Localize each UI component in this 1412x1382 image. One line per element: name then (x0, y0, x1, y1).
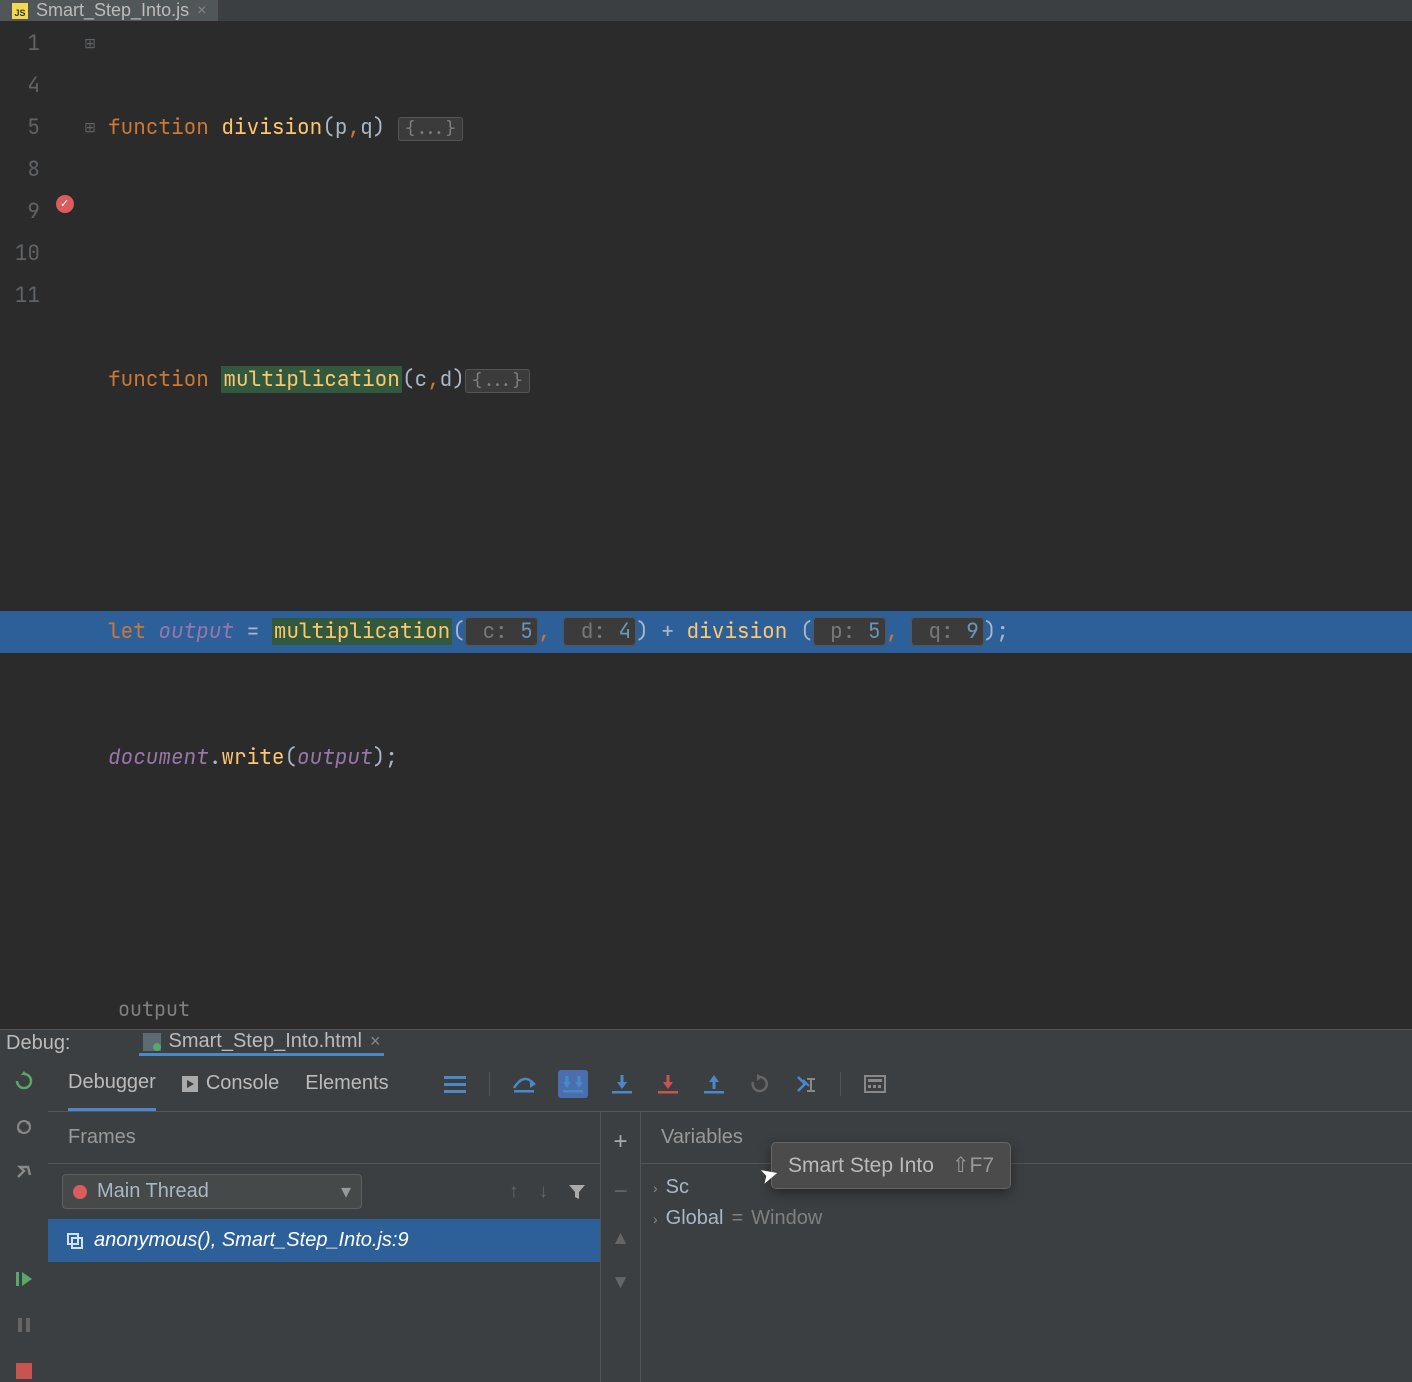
debug-panel: Debugger Console Elements (0, 1056, 1412, 1382)
thread-status-icon (73, 1185, 87, 1199)
settings-icon[interactable] (13, 1162, 35, 1184)
tooltip-title: Smart Step Into (788, 1154, 934, 1178)
variable-scope[interactable]: › Global = Window (653, 1203, 1400, 1234)
variables-list[interactable]: › Sc › Global = Window (641, 1164, 1412, 1382)
close-icon[interactable]: × (197, 2, 206, 20)
editor-tabs: JS Smart_Step_Into.js × (0, 0, 1412, 21)
breakpoint-gutter[interactable] (50, 21, 80, 989)
tooltip-shortcut: ⇧F7 (952, 1153, 994, 1178)
variable-scope[interactable]: › Sc (653, 1172, 1400, 1203)
threads-icon[interactable] (443, 1072, 467, 1096)
tooltip: Smart Step Into ⇧F7 (771, 1142, 1011, 1189)
tab-console[interactable]: Console (182, 1056, 279, 1111)
frame-down-icon[interactable]: ↓ (539, 1181, 549, 1203)
code-editor[interactable]: 1 4 5 8 9 10 11 ⊞ ⊞ function division(p,… (0, 21, 1412, 989)
variable-tools: + − ▲ ▼ (601, 1112, 641, 1382)
filter-icon[interactable] (568, 1183, 586, 1201)
pause-icon[interactable] (13, 1314, 35, 1336)
stack-frame[interactable]: anonymous(), Smart_Step_Into.js:9 (48, 1219, 600, 1262)
frames-panel: Frames Main Thread ▾ ↑ ↓ (48, 1112, 601, 1382)
code-area[interactable]: function division(p,q) {...} function mu… (100, 21, 1412, 989)
remove-watch-icon[interactable]: − (613, 1178, 627, 1206)
fold-toggle-icon[interactable]: ⊞ (80, 23, 100, 65)
inline-evaluation: output (0, 989, 1412, 1029)
folded-code[interactable]: {...} (398, 117, 463, 141)
thread-selector[interactable]: Main Thread ▾ (62, 1174, 362, 1209)
chevron-down-icon: ▾ (341, 1179, 351, 1204)
rerun-icon[interactable] (13, 1070, 35, 1092)
step-into-icon[interactable] (610, 1072, 634, 1096)
move-up-icon[interactable]: ▲ (611, 1228, 630, 1250)
run-to-cursor-icon[interactable] (794, 1072, 818, 1096)
frame-up-icon[interactable]: ↑ (509, 1181, 519, 1203)
smart-step-into-icon[interactable] (558, 1070, 588, 1098)
fold-gutter[interactable]: ⊞ ⊞ (80, 21, 100, 989)
fold-toggle-icon[interactable]: ⊞ (80, 107, 100, 149)
drop-frame-icon[interactable] (748, 1072, 772, 1096)
js-file-icon: JS (12, 3, 28, 19)
debug-actions-sidebar (0, 1056, 48, 1382)
force-step-into-icon[interactable] (656, 1072, 680, 1096)
evaluate-expression-icon[interactable] (863, 1072, 887, 1096)
move-down-icon[interactable]: ▼ (611, 1272, 630, 1294)
debug-label: Debug: (6, 1032, 71, 1055)
line-number-gutter: 1 4 5 8 9 10 11 (0, 21, 50, 989)
refresh-icon[interactable] (13, 1116, 35, 1138)
variables-header: Variables (641, 1112, 1412, 1164)
resume-icon[interactable] (13, 1268, 35, 1290)
chevron-right-icon: › (653, 1180, 658, 1196)
tab-elements[interactable]: Elements (305, 1056, 388, 1111)
frames-header: Frames (48, 1112, 600, 1164)
execution-line: let output = multiplication( c: 5, d: 4)… (0, 611, 1412, 653)
tab-debugger[interactable]: Debugger (68, 1056, 156, 1111)
folded-code[interactable]: {...} (465, 369, 530, 393)
file-tab[interactable]: JS Smart_Step_Into.js × (0, 0, 218, 21)
debug-session-tab[interactable]: Smart_Step_Into.html × (139, 1030, 385, 1056)
stop-icon[interactable] (13, 1360, 35, 1382)
add-watch-icon[interactable]: + (613, 1128, 627, 1156)
html-file-icon (143, 1033, 161, 1051)
debug-toolwindow-header: Debug: Smart_Step_Into.html × (0, 1029, 1412, 1056)
step-over-icon[interactable] (512, 1072, 536, 1096)
console-icon (182, 1076, 198, 1092)
file-tab-name: Smart_Step_Into.js (36, 0, 189, 21)
breakpoint-marker[interactable] (56, 195, 74, 213)
frame-icon (66, 1232, 84, 1250)
debug-tabs: Debugger Console Elements (48, 1056, 1412, 1112)
step-out-icon[interactable] (702, 1072, 726, 1096)
chevron-right-icon: › (653, 1211, 658, 1227)
close-icon[interactable]: × (370, 1031, 381, 1052)
